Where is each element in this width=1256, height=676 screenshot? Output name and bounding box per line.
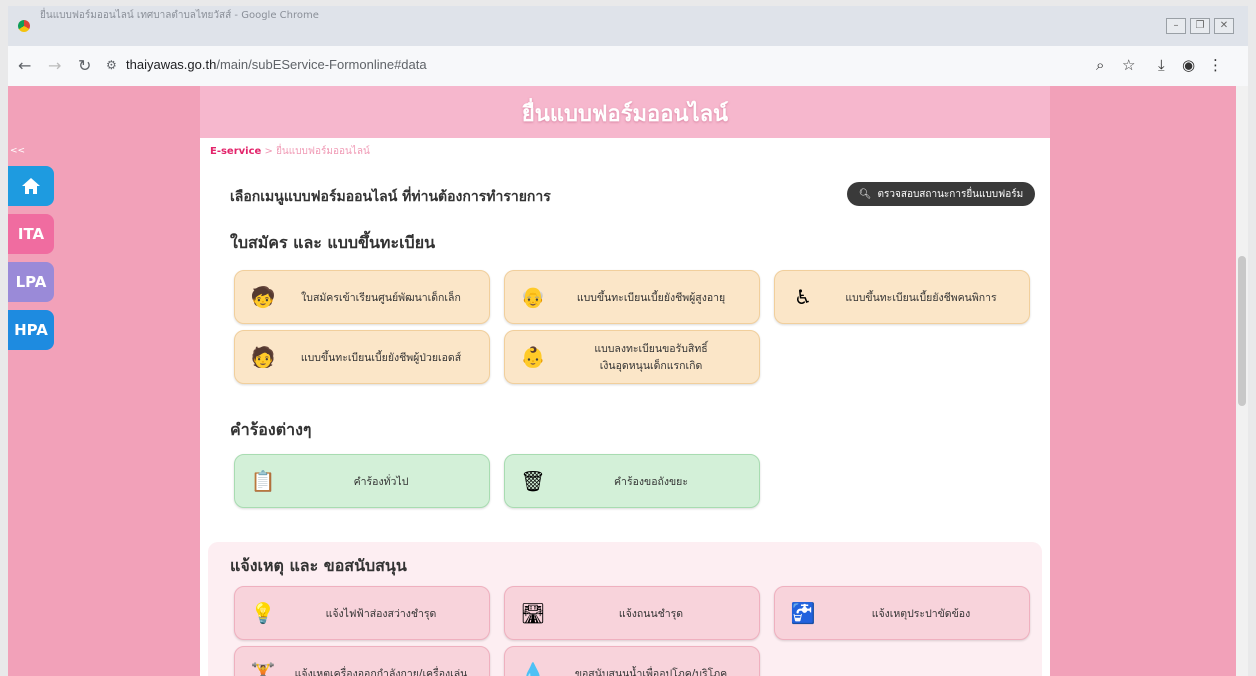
- card-label: ใบสมัครเข้าเรียนศูนย์พัฒนาเด็กเล็ก: [301, 291, 461, 304]
- scrollbar-thumb[interactable]: [1238, 256, 1246, 406]
- page-viewport: ยื่นแบบฟอร์มออนไลน์ << ITA LPA HPA E-ser…: [8, 86, 1236, 676]
- card-disability-allowance[interactable]: ♿ แบบขึ้นทะเบียนเบี้ยยังชีพคนพิการ: [774, 270, 1030, 324]
- url-domain: thaiyawas.go.th: [126, 57, 217, 72]
- wheelchair-icon: ♿: [794, 285, 812, 309]
- card-label-line2: เงินอุดหนุนเด็กแรกเกิด: [599, 360, 703, 372]
- card-label: คำร้องขอถังขยะ: [614, 475, 688, 488]
- card-label: แบบลงทะเบียนขอรับสิทธิ์ เงินอุดหนุนเด็กแ…: [551, 340, 759, 374]
- reload-icon[interactable]: ↻: [78, 56, 91, 75]
- card-label: คำร้องทั่วไป: [353, 475, 409, 488]
- url-field[interactable]: thaiyawas.go.th/main/subEService-Formonl…: [126, 57, 427, 72]
- address-bar-row: ← → ↻ ⚙ thaiyawas.go.th/main/subEService…: [8, 46, 1248, 87]
- trash-bin-icon: 🗑: [520, 469, 546, 493]
- card-trash-bin-request[interactable]: 🗑 คำร้องขอถังขยะ: [504, 454, 760, 508]
- section-title-registration: ใบสมัคร และ แบบขึ้นทะเบียน: [230, 233, 436, 252]
- card-label-line1: แบบลงทะเบียนขอรับสิทธิ์: [594, 343, 708, 355]
- child-school-icon: 🧒: [250, 285, 276, 309]
- baby-icon: 👶: [520, 345, 546, 369]
- exercise-icon: 🏋: [250, 661, 276, 676]
- menu-prompt: เลือกเมนูแบบฟอร์มออนไลน์ ที่ท่านต้องการท…: [230, 189, 551, 205]
- sidebar-collapse-icon[interactable]: <<: [10, 146, 25, 156]
- card-water-supply-report[interactable]: 🚰 แจ้งเหตุประปาขัดข้อง: [774, 586, 1030, 640]
- breadcrumb: E-service > ยื่นแบบฟอร์มออนไลน์: [210, 144, 370, 159]
- card-exercise-equipment-report[interactable]: 🏋 แจ้งเหตุเครื่องออกกำลังกาย/เครื่องเล่น: [234, 646, 490, 676]
- section-title-requests: คำร้องต่างๆ: [230, 420, 312, 439]
- chrome-logo-icon: [18, 20, 30, 32]
- page-title: ยื่นแบบฟอร์มออนไลน์: [521, 102, 729, 127]
- home-icon: [22, 178, 40, 194]
- sidebar-hpa-button[interactable]: HPA: [8, 310, 54, 350]
- zoom-icon[interactable]: ⌕: [1096, 56, 1104, 74]
- card-general-request[interactable]: 📋 คำร้องทั่วไป: [234, 454, 490, 508]
- card-label: แบบขึ้นทะเบียนเบี้ยยังชีพผู้ป่วยเอดส์: [300, 351, 462, 364]
- card-aids-patient-allowance[interactable]: 🧑 แบบขึ้นทะเบียนเบี้ยยังชีพผู้ป่วยเอดส์: [234, 330, 490, 384]
- url-path: /main/subEService-Formonline#data: [216, 57, 427, 72]
- water-drop-icon: 💧: [520, 661, 546, 676]
- card-label: แจ้งไฟฟ้าส่องสว่างชำรุด: [325, 607, 437, 620]
- sidebar-home-button[interactable]: [8, 166, 54, 206]
- main-content: E-service > ยื่นแบบฟอร์มออนไลน์ เลือกเมน…: [200, 138, 1050, 676]
- window-title: ยื่นแบบฟอร์มออนไลน์ เทศบาลตำบลไทยวัสส์ -…: [40, 10, 319, 21]
- restore-button[interactable]: ❐: [1190, 18, 1210, 34]
- check-status-label: ตรวจสอบสถานะการยื่นแบบฟอร์ม: [877, 188, 1024, 200]
- card-road-damage-report[interactable]: 🛣 แจ้งถนนชำรุด: [504, 586, 760, 640]
- card-child-school-application[interactable]: 🧒 ใบสมัครเข้าเรียนศูนย์พัฒนาเด็กเล็ก: [234, 270, 490, 324]
- forward-icon[interactable]: →: [48, 56, 61, 75]
- card-label: ขอสนับสนุนน้ำเพื่ออุปโภค/บริโภค: [574, 667, 728, 676]
- site-info-icon[interactable]: ⚙: [106, 58, 117, 72]
- search-icon: 🔍︎: [858, 188, 872, 200]
- tab-strip: ยื่นแบบฟอร์มออนไลน์ เทศบาลตำบลไทยวัสส์ -…: [32, 6, 1092, 46]
- card-label: แจ้งเหตุประปาขัดข้อง: [871, 607, 971, 620]
- browser-title-bar: ยื่นแบบฟอร์มออนไลน์ เทศบาลตำบลไทยวัสส์ -…: [8, 6, 1248, 46]
- card-label: แจ้งเหตุเครื่องออกกำลังกาย/เครื่องเล่น: [294, 667, 468, 676]
- section-title-reports: แจ้งเหตุ และ ขอสนับสนุน: [230, 556, 407, 575]
- card-label: แบบขึ้นทะเบียนเบี้ยยังชีพคนพิการ: [845, 291, 997, 304]
- elderly-icon: 👴: [520, 285, 546, 309]
- page-scrollbar[interactable]: [1236, 86, 1248, 676]
- sidebar-lpa-button[interactable]: LPA: [8, 262, 54, 302]
- card-label: แบบขึ้นทะเบียนเบี้ยยังชีพผู้สูงอายุ: [576, 291, 726, 304]
- check-status-button[interactable]: 🔍︎ ตรวจสอบสถานะการยื่นแบบฟอร์ม: [847, 182, 1035, 206]
- card-label: แจ้งถนนชำรุด: [618, 607, 684, 620]
- menu-kebab-icon[interactable]: ⋮: [1208, 56, 1223, 74]
- card-street-light-report[interactable]: 💡 แจ้งไฟฟ้าส่องสว่างชำรุด: [234, 586, 490, 640]
- card-elderly-allowance[interactable]: 👴 แบบขึ้นทะเบียนเบี้ยยังชีพผู้สูงอายุ: [504, 270, 760, 324]
- profile-avatar-icon[interactable]: ◉: [1182, 56, 1195, 74]
- document-icon: 📋: [250, 469, 276, 493]
- breadcrumb-separator: >: [261, 146, 277, 157]
- card-newborn-subsidy[interactable]: 👶 แบบลงทะเบียนขอรับสิทธิ์ เงินอุดหนุนเด็…: [504, 330, 760, 384]
- patient-icon: 🧑: [250, 345, 276, 369]
- close-window-button[interactable]: ✕: [1214, 18, 1234, 34]
- breadcrumb-eservice-link[interactable]: E-service: [210, 146, 261, 157]
- breadcrumb-current: ยื่นแบบฟอร์มออนไลน์: [276, 146, 370, 157]
- bookmark-star-icon[interactable]: ☆: [1122, 56, 1135, 74]
- page-header: ยื่นแบบฟอร์มออนไลน์: [200, 86, 1050, 138]
- road-icon: 🛣: [520, 601, 546, 625]
- minimize-button[interactable]: –: [1166, 18, 1186, 34]
- back-icon[interactable]: ←: [18, 56, 31, 75]
- water-tap-icon: 🚰: [790, 601, 816, 625]
- download-icon[interactable]: ⤓: [1158, 56, 1165, 74]
- card-water-support-request[interactable]: 💧 ขอสนับสนุนน้ำเพื่ออุปโภค/บริโภค: [504, 646, 760, 676]
- lightbulb-icon: 💡: [250, 601, 276, 625]
- sidebar-ita-button[interactable]: ITA: [8, 214, 54, 254]
